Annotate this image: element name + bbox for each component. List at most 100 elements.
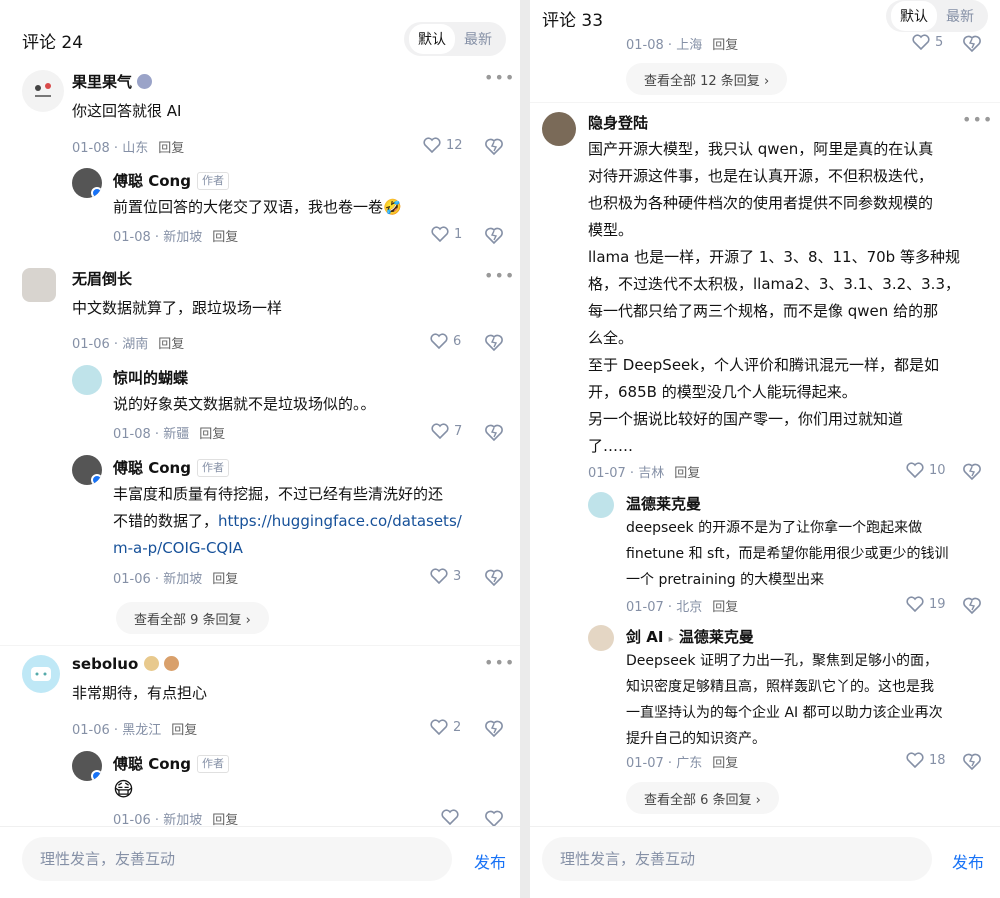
dislike-icon[interactable] (484, 422, 504, 442)
sort-default-tab[interactable]: 默认 (409, 24, 455, 54)
dislike-icon[interactable] (484, 225, 504, 245)
comment-location: 山东 (122, 141, 149, 156)
like-count: 3 (453, 568, 462, 584)
view-all-replies-button[interactable]: 查看全部 6 条回复 › (626, 782, 779, 814)
like-button[interactable]: 6 (430, 333, 461, 349)
view-all-replies-button[interactable]: 查看全部 9 条回复 › (116, 602, 269, 634)
avatar[interactable] (22, 70, 64, 112)
publish-button[interactable]: 发布 (952, 849, 984, 873)
avatar[interactable] (22, 268, 56, 302)
avatar[interactable] (72, 751, 102, 781)
dislike-icon[interactable] (484, 136, 504, 156)
sort-toggle[interactable]: 默认 最新 (886, 0, 988, 32)
sort-toggle[interactable]: 默认 最新 (404, 22, 506, 56)
avatar[interactable] (588, 625, 614, 651)
sort-default-tab[interactable]: 默认 (891, 1, 937, 31)
avatar[interactable] (72, 365, 102, 395)
reply-button[interactable]: 回复 (712, 38, 738, 53)
more-options-icon[interactable]: ••• (962, 110, 993, 129)
dislike-icon[interactable] (484, 808, 504, 828)
comment-text-line: 提升自己的知识资产。 (626, 731, 766, 747)
reply-button[interactable]: 回复 (212, 230, 238, 245)
reply-to-author[interactable]: 温德莱克曼 (679, 628, 754, 646)
comment-date: 01-07 (588, 466, 626, 481)
comment-author[interactable]: 隐身登陆 (588, 112, 648, 133)
like-button[interactable]: 1 (431, 226, 462, 242)
author-name[interactable]: seboluo (72, 655, 138, 673)
dislike-icon[interactable] (962, 461, 982, 481)
sort-latest-tab[interactable]: 最新 (937, 1, 983, 31)
sort-latest-tab[interactable]: 最新 (455, 24, 501, 54)
author-name[interactable]: 傅聪 Cong (113, 755, 191, 773)
reply-button[interactable]: 回复 (158, 141, 184, 156)
reply-button[interactable]: 回复 (674, 466, 700, 481)
reply-button[interactable]: 回复 (712, 756, 738, 771)
comment-text-line: 模型。 (588, 221, 634, 239)
level-badge-icon (137, 74, 153, 89)
reply-arrow-icon: ▸ (668, 634, 674, 645)
like-button[interactable]: 18 (906, 752, 946, 768)
author-name[interactable]: 剑 AI (626, 628, 663, 646)
more-options-icon[interactable]: ••• (484, 266, 515, 285)
dataset-link[interactable]: https://huggingface.co/datasets/ (218, 512, 462, 530)
like-button[interactable]: 5 (912, 34, 943, 50)
comment-text-line: llama 也是一样，开源了 1、3、8、11、70b 等多种规 (588, 248, 960, 266)
comment-text-line: 知识密度足够精且高，照样轰趴它丫的。这也是我 (626, 679, 934, 695)
author-name[interactable]: 傅聪 Cong (113, 172, 191, 190)
comment-author[interactable]: 傅聪 Cong 作者 (113, 170, 229, 191)
like-button[interactable] (441, 809, 459, 825)
avatar[interactable] (72, 168, 102, 198)
comment-author[interactable]: 果里果气 (72, 71, 153, 92)
like-count: 6 (453, 333, 462, 349)
like-button[interactable]: 10 (906, 462, 946, 478)
reply-button[interactable]: 回复 (171, 723, 197, 738)
like-button[interactable]: 3 (430, 568, 461, 584)
comment-location: 新加坡 (163, 572, 203, 587)
comments-count-title: 评论 24 (22, 33, 84, 53)
avatar[interactable] (72, 455, 102, 485)
like-button[interactable]: 19 (906, 596, 946, 612)
reply-button[interactable]: 回复 (712, 600, 738, 615)
dislike-icon[interactable] (484, 567, 504, 587)
heart-icon (906, 752, 924, 768)
comment-author[interactable]: seboluo (72, 655, 179, 673)
like-count: 12 (446, 137, 463, 153)
comment-input[interactable]: 理性发言，友善互动 (542, 837, 932, 881)
author-name[interactable]: 果里果气 (72, 73, 132, 91)
comment-author[interactable]: 无眉倒长 (72, 268, 132, 289)
avatar[interactable] (22, 655, 60, 693)
like-button[interactable]: 7 (431, 423, 462, 439)
more-options-icon[interactable]: ••• (484, 653, 515, 672)
comment-text-line: 开，685B 的模型没几个人能玩得起来。 (588, 383, 857, 401)
avatar[interactable] (588, 492, 614, 518)
avatar-image (31, 667, 51, 681)
like-button[interactable]: 12 (423, 137, 463, 153)
dislike-icon[interactable] (484, 718, 504, 738)
comment-author[interactable]: 傅聪 Cong 作者 (113, 457, 229, 478)
dislike-icon[interactable] (962, 595, 982, 615)
avatar[interactable] (542, 112, 576, 146)
comment-meta: 01-08 · 新加坡 回复 (113, 230, 239, 245)
dataset-link-continued[interactable]: m-a-p/COIG-CQIA (113, 539, 243, 557)
view-all-replies-button[interactable]: 查看全部 12 条回复 › (626, 63, 788, 95)
comment-author[interactable]: 温德莱克曼 (626, 493, 701, 514)
more-options-icon[interactable]: ••• (484, 68, 515, 87)
comment-date: 01-06 (72, 337, 110, 352)
author-name[interactable]: 傅聪 Cong (113, 459, 191, 477)
publish-button[interactable]: 发布 (474, 849, 506, 873)
comment-location: 北京 (676, 600, 703, 615)
dislike-icon[interactable] (962, 33, 982, 53)
comment-author[interactable]: 傅聪 Cong 作者 (113, 753, 229, 774)
reply-button[interactable]: 回复 (199, 427, 225, 442)
reply-button[interactable]: 回复 (212, 572, 238, 587)
like-button[interactable]: 2 (430, 719, 461, 735)
dislike-icon[interactable] (962, 751, 982, 771)
comment-meta: 01-07 · 广东 回复 (626, 756, 739, 771)
comment-author[interactable]: 剑 AI ▸ 温德莱克曼 (626, 626, 754, 647)
comment-text-line: 么全。 (588, 329, 634, 347)
reply-button[interactable]: 回复 (158, 337, 184, 352)
dislike-icon[interactable] (484, 332, 504, 352)
comment-author[interactable]: 惊叫的蝴蝶 (113, 367, 188, 388)
comment-date: 01-06 (113, 572, 151, 587)
comment-input[interactable]: 理性发言，友善互动 (22, 837, 452, 881)
